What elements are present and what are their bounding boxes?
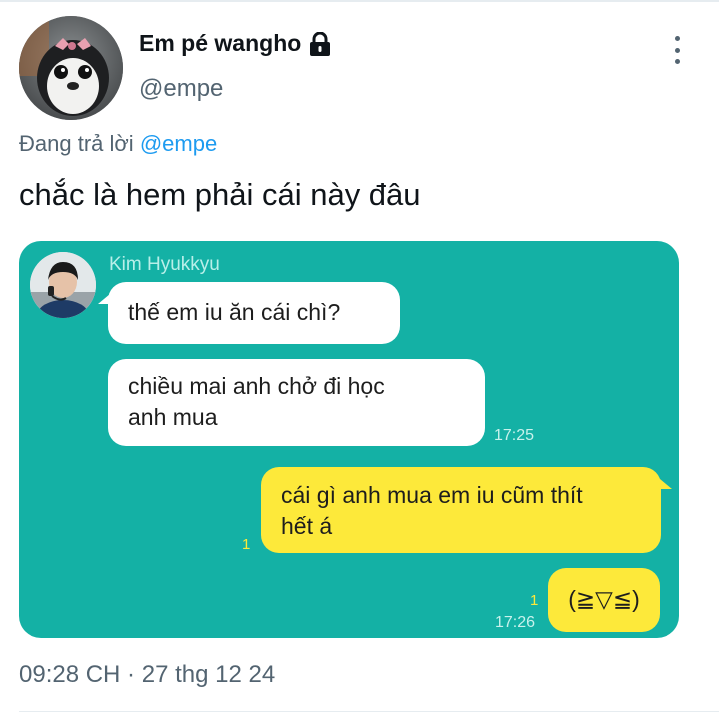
more-dot <box>674 59 680 64</box>
chat-message-incoming: chiều mai anh chở đi học anh mua <box>108 359 485 446</box>
chat-message-incoming: thế em iu ăn cái chì? <box>108 282 400 344</box>
chat-sender-avatar <box>30 252 96 318</box>
display-name-text: Em pé wangho <box>139 30 302 56</box>
penguin-avatar-image <box>19 16 123 120</box>
tweet-timestamp[interactable]: 09:28 CH · 27 thg 12 24 <box>19 661 275 689</box>
tweet-media-image[interactable]: Kim Hyukkyu thế em iu ăn cái chì? chiều … <box>19 241 679 638</box>
message-time: 17:26 <box>495 614 536 631</box>
author-avatar[interactable] <box>19 16 123 120</box>
more-options-icon[interactable] <box>665 36 689 64</box>
message-line: chiều mai anh chở đi học <box>128 373 385 399</box>
tweet-text: chắc là hem phải cái này đâu <box>19 177 421 212</box>
top-divider <box>0 0 719 2</box>
chat-message-outgoing: (≧▽≦) <box>548 568 660 632</box>
message-line: hết á <box>281 513 333 539</box>
message-time: 17:25 <box>494 427 535 444</box>
chat-sender-name: Kim Hyukkyu <box>109 254 220 275</box>
more-dot <box>674 47 680 53</box>
read-count: 1 <box>530 592 539 609</box>
reply-mention-link[interactable]: @empe <box>140 131 217 156</box>
author-handle[interactable]: @empe <box>139 75 223 103</box>
bubble-tail <box>660 479 672 489</box>
lock-icon <box>309 31 331 56</box>
reply-prefix: Đang trả lời <box>19 131 134 156</box>
chat-message-outgoing: cái gì anh mua em iu cũm thít hết á <box>261 467 661 553</box>
message-line: anh mua <box>128 404 218 430</box>
person-avatar-image <box>30 252 96 318</box>
replying-to: Đang trả lời @empe <box>19 131 217 157</box>
more-dot <box>674 36 680 41</box>
author-display-name[interactable]: Em pé wangho <box>139 30 331 57</box>
read-count: 1 <box>242 536 251 553</box>
bottom-divider <box>19 711 719 712</box>
message-line: (≧▽≦) <box>568 586 640 612</box>
message-line: cái gì anh mua em iu cũm thít <box>281 482 583 508</box>
message-line: thế em iu ăn cái chì? <box>128 299 341 325</box>
